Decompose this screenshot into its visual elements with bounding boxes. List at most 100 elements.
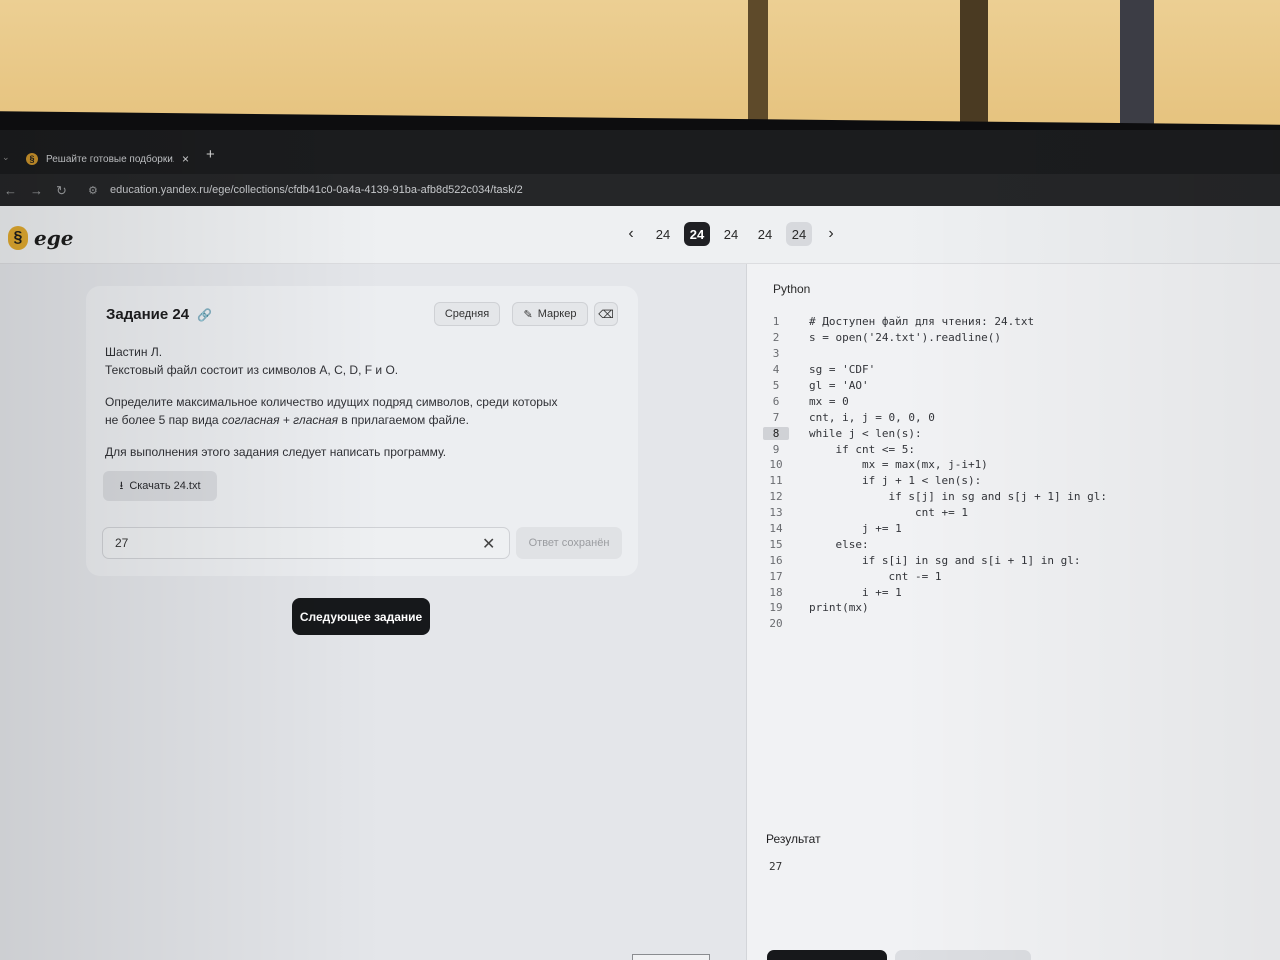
forward-icon[interactable]: → bbox=[30, 183, 43, 198]
code-text: else: bbox=[809, 537, 869, 551]
code-line[interactable]: 3 bbox=[763, 346, 1107, 362]
result-label: Результат bbox=[766, 832, 821, 846]
line-number: 15 bbox=[769, 537, 783, 551]
pencil-icon: ✎ bbox=[523, 308, 533, 321]
tab-close-icon[interactable]: × bbox=[182, 152, 189, 166]
code-text: print(mx) bbox=[809, 601, 869, 615]
link-icon[interactable]: 🔗 bbox=[197, 308, 212, 322]
code-text: if cnt <= 5: bbox=[809, 442, 915, 456]
back-icon[interactable]: ← bbox=[4, 183, 17, 198]
download-label: Скачать 24.txt bbox=[129, 480, 201, 492]
pager-item[interactable]: 24 bbox=[752, 222, 778, 246]
code-line[interactable]: 18 i += 1 bbox=[763, 584, 1107, 600]
line-number: 2 bbox=[772, 331, 780, 345]
eraser-button[interactable]: ⌫ bbox=[594, 302, 618, 326]
code-text: mx = max(mx, j-i+1) bbox=[809, 458, 988, 472]
code-line[interactable]: 4 sg = 'CDF' bbox=[763, 362, 1107, 378]
code-line[interactable]: 16 if s[i] in sg and s[i + 1] in gl: bbox=[763, 552, 1107, 568]
logo[interactable]: § ege bbox=[8, 226, 73, 250]
answer-saved-button: Ответ сохранён bbox=[516, 527, 622, 559]
browser-tab[interactable]: § Решайте готовые подборки. Ш × bbox=[20, 144, 200, 174]
wall-divider bbox=[960, 0, 988, 125]
site-info-icon[interactable]: ⚙ bbox=[88, 184, 98, 197]
code-line[interactable]: 15 else: bbox=[763, 536, 1107, 552]
answer-input[interactable]: 27 bbox=[102, 527, 510, 559]
code-line[interactable]: 7 cnt, i, j = 0, 0, 0 bbox=[763, 409, 1107, 425]
line-number: 5 bbox=[772, 379, 780, 392]
task-question-emphasis: согласная + гласная bbox=[221, 413, 339, 427]
marker-button[interactable]: ✎ Маркер bbox=[512, 302, 588, 326]
pager-item[interactable]: 24 bbox=[786, 222, 812, 246]
close-icon[interactable]: ✕ bbox=[482, 534, 495, 554]
code-text: while j < len(s): bbox=[809, 426, 922, 440]
task-instruction: Для выполнения этого задания следует нап… bbox=[105, 445, 447, 459]
line-number: 18 bbox=[769, 585, 783, 599]
code-text: sg = 'CDF' bbox=[809, 363, 876, 377]
code-line[interactable]: 10 mx = max(mx, j-i+1) bbox=[763, 457, 1107, 473]
code-line[interactable]: 6 mx = 0 bbox=[763, 393, 1107, 409]
code-text: if s[i] in sg and s[i + 1] in gl: bbox=[809, 553, 1081, 567]
line-number: 13 bbox=[769, 506, 783, 520]
code-line[interactable]: 2 s = open('24.txt').readline() bbox=[763, 330, 1107, 346]
eraser-icon: ⌫ bbox=[598, 308, 614, 321]
new-tab-icon[interactable]: + bbox=[206, 146, 215, 163]
code-line[interactable]: 20 bbox=[763, 616, 1107, 632]
code-text: # Доступен файл для чтения: 24.txt bbox=[809, 315, 1035, 329]
task-pager: ‹ 24 24 24 24 24 › bbox=[620, 222, 842, 246]
footer-tab-fragment bbox=[632, 954, 710, 960]
pager-item[interactable]: 24 bbox=[650, 222, 676, 246]
task-question-line2: не более 5 пар вида согласная + гласная … bbox=[105, 411, 469, 429]
app-header: § ege ‹ 24 24 24 24 24 › bbox=[0, 206, 1280, 264]
line-number: 3 bbox=[772, 347, 780, 361]
code-editor-panel: Python 1 # Доступен файл для чтения: 24.t… bbox=[746, 264, 1280, 960]
line-number: 17 bbox=[769, 569, 783, 583]
pager-next-icon[interactable]: › bbox=[820, 222, 842, 246]
code-line[interactable]: 13 cnt += 1 bbox=[763, 505, 1107, 521]
code-editor[interactable]: 1 # Доступен файл для чтения: 24.txt 2 s = … bbox=[763, 314, 1107, 632]
code-line[interactable]: 11 if j + 1 < len(s): bbox=[763, 473, 1107, 489]
line-number: 10 bbox=[769, 458, 783, 472]
result-output: 27 bbox=[769, 860, 783, 873]
code-line[interactable]: 9 if cnt <= 5: bbox=[763, 441, 1107, 457]
difficulty-label: Средняя bbox=[444, 308, 490, 320]
code-line[interactable]: 19 print(mx) bbox=[763, 600, 1107, 616]
code-text: j += 1 bbox=[809, 522, 902, 536]
wall-divider bbox=[1120, 0, 1154, 125]
line-number: 8 bbox=[763, 426, 789, 440]
task-card: Задание 24 🔗 Средняя ✎ Маркер ⌫ Шастин Л… bbox=[86, 286, 638, 576]
marker-label: Маркер bbox=[537, 308, 577, 320]
answer-saved-label: Ответ сохранён bbox=[528, 537, 610, 549]
url-field[interactable]: education.yandex.ru/ege/collections/cfdb… bbox=[110, 184, 523, 196]
monitor-screen: ⌄ § Решайте готовые подборки. Ш × + ← → … bbox=[0, 130, 1280, 960]
pager-item-current[interactable]: 24 bbox=[684, 222, 710, 246]
code-line[interactable]: 12 if s[j] in sg and s[j + 1] in gl: bbox=[763, 489, 1107, 505]
code-text: gl = 'AO' bbox=[809, 379, 869, 392]
run-button[interactable] bbox=[767, 950, 887, 960]
language-label[interactable]: Python bbox=[773, 282, 810, 296]
code-line[interactable]: 1 # Доступен файл для чтения: 24.txt bbox=[763, 314, 1107, 330]
line-number: 7 bbox=[772, 410, 780, 424]
task-title-text: Задание 24 bbox=[106, 306, 190, 323]
reload-icon[interactable]: ↻ bbox=[56, 183, 67, 199]
code-line[interactable]: 17 cnt -= 1 bbox=[763, 568, 1107, 584]
next-task-button[interactable]: Следующее задание bbox=[292, 598, 430, 635]
address-bar: ← → ↻ ⚙ education.yandex.ru/ege/collecti… bbox=[0, 174, 1280, 206]
line-number: 6 bbox=[772, 394, 780, 408]
line-number: 16 bbox=[769, 553, 783, 567]
code-line[interactable]: 5 gl = 'AO' bbox=[763, 378, 1107, 394]
line-number: 9 bbox=[772, 442, 780, 456]
code-text: s = open('24.txt').readline() bbox=[809, 331, 1002, 345]
download-file-button[interactable]: ⭳ Скачать 24.txt bbox=[103, 471, 217, 501]
secondary-button[interactable] bbox=[895, 950, 1031, 960]
line-number: 11 bbox=[769, 474, 783, 488]
pager-item[interactable]: 24 bbox=[718, 222, 744, 246]
code-text: if j + 1 < len(s): bbox=[809, 474, 982, 488]
task-question-line1: Определите максимальное количество идущи… bbox=[105, 395, 558, 409]
code-text: cnt += 1 bbox=[809, 506, 968, 520]
tab-list-chevron-icon[interactable]: ⌄ bbox=[2, 152, 10, 163]
tab-title: Решайте готовые подборки. Ш bbox=[46, 153, 174, 165]
code-line[interactable]: 14 j += 1 bbox=[763, 521, 1107, 537]
pager-prev-icon[interactable]: ‹ bbox=[620, 222, 642, 246]
line-number: 19 bbox=[769, 601, 783, 615]
code-line[interactable]: 8 while j < len(s): bbox=[763, 425, 1107, 441]
